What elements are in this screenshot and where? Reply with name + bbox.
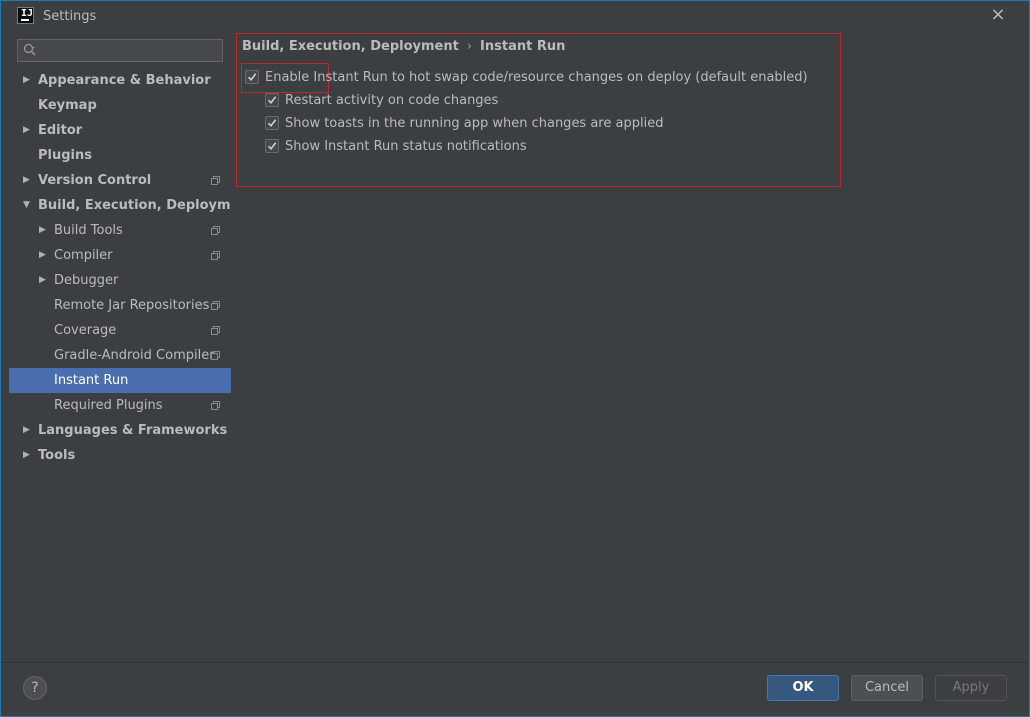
project-scope-icon bbox=[211, 401, 220, 410]
project-scope-icon bbox=[211, 176, 220, 185]
sidebar-item-label: Tools bbox=[38, 448, 76, 463]
option-checkbox[interactable] bbox=[265, 139, 279, 153]
sidebar-item-compiler[interactable]: ▶ Compiler bbox=[9, 243, 231, 268]
help-button[interactable]: ? bbox=[23, 676, 47, 700]
checkmark-icon bbox=[267, 119, 277, 128]
sidebar-item-gradle-android-compiler[interactable]: Gradle-Android Compiler bbox=[9, 343, 231, 368]
intellij-icon: IJ bbox=[17, 7, 34, 24]
sidebar-item-label: Build Tools bbox=[54, 223, 123, 238]
breadcrumb: Build, Execution, Deployment › Instant Run bbox=[242, 39, 565, 54]
sidebar-item-label: Editor bbox=[38, 123, 83, 138]
settings-content: Build, Execution, Deployment › Instant Run… bbox=[231, 32, 1029, 662]
window-title: Settings bbox=[43, 9, 97, 24]
sidebar-item-label: Gradle-Android Compiler bbox=[54, 348, 215, 363]
project-scope-icon bbox=[211, 226, 220, 235]
breadcrumb-parent[interactable]: Build, Execution, Deployment bbox=[242, 39, 459, 54]
project-scope-icon bbox=[211, 326, 220, 335]
project-scope-icon bbox=[211, 301, 220, 310]
close-icon[interactable]: × bbox=[989, 6, 1007, 24]
triangle-right-icon[interactable]: ▶ bbox=[39, 268, 49, 293]
sidebar-item-label: Compiler bbox=[54, 248, 113, 263]
sidebar-item-label: Instant Run bbox=[54, 373, 129, 388]
sidebar-item-plugins[interactable]: Plugins bbox=[9, 143, 231, 168]
option-label: Restart activity on code changes bbox=[285, 93, 499, 108]
sidebar-item-remote-jar-repositories[interactable]: Remote Jar Repositories bbox=[9, 293, 231, 318]
option-label: Enable Instant Run to hot swap code/reso… bbox=[265, 70, 808, 85]
sidebar-item-build-execution-deployment[interactable]: ▼ Build, Execution, Deployment bbox=[9, 193, 255, 218]
triangle-right-icon[interactable]: ▶ bbox=[23, 418, 33, 443]
project-scope-icon bbox=[211, 351, 220, 360]
project-scope-icon bbox=[211, 251, 220, 260]
annotation-highlight-box bbox=[236, 33, 841, 187]
triangle-right-icon[interactable]: ▶ bbox=[39, 243, 49, 268]
option-checkbox[interactable] bbox=[265, 116, 279, 130]
settings-window: IJ Settings × ▶ Appearance & Behavior Keym… bbox=[0, 0, 1030, 717]
settings-sidebar: ▶ Appearance & Behavior Keymap ▶ Editor Plugi… bbox=[9, 32, 255, 662]
sidebar-item-label: Build, Execution, Deployment bbox=[38, 198, 255, 213]
apply-button[interactable]: Apply bbox=[935, 675, 1007, 701]
sidebar-item-instant-run[interactable]: Instant Run bbox=[9, 368, 231, 393]
sidebar-item-keymap[interactable]: Keymap bbox=[9, 93, 231, 118]
sidebar-item-appearance-behavior[interactable]: ▶ Appearance & Behavior bbox=[9, 68, 231, 93]
triangle-right-icon[interactable]: ▶ bbox=[23, 443, 33, 468]
sidebar-item-coverage[interactable]: Coverage bbox=[9, 318, 231, 343]
sidebar-item-label: Debugger bbox=[54, 273, 119, 288]
sidebar-item-tools[interactable]: ▶ Tools bbox=[9, 443, 231, 468]
triangle-right-icon[interactable]: ▶ bbox=[23, 118, 33, 143]
dialog-footer: ? OK Cancel Apply bbox=[1, 662, 1029, 716]
sidebar-item-label: Plugins bbox=[38, 148, 92, 163]
sidebar-item-label: Remote Jar Repositories bbox=[54, 298, 210, 313]
option-label: Show Instant Run status notifications bbox=[285, 139, 527, 154]
cancel-button[interactable]: Cancel bbox=[851, 675, 923, 701]
search-icon bbox=[23, 43, 36, 56]
breadcrumb-separator: › bbox=[466, 39, 473, 54]
sidebar-item-languages-frameworks[interactable]: ▶ Languages & Frameworks bbox=[9, 418, 231, 443]
sidebar-item-label: Languages & Frameworks bbox=[38, 423, 228, 438]
sidebar-item-label: Required Plugins bbox=[54, 398, 163, 413]
search-input[interactable] bbox=[40, 42, 218, 59]
checkmark-icon bbox=[267, 96, 277, 105]
title-bar: IJ Settings × bbox=[1, 1, 1029, 31]
sidebar-item-version-control[interactable]: ▶ Version Control bbox=[9, 168, 231, 193]
sidebar-item-label: Version Control bbox=[38, 173, 152, 188]
checkmark-icon bbox=[267, 142, 277, 151]
sidebar-item-label: Coverage bbox=[54, 323, 117, 338]
sidebar-item-label: Appearance & Behavior bbox=[38, 73, 211, 88]
sidebar-item-debugger[interactable]: ▶ Debugger bbox=[9, 268, 231, 293]
breadcrumb-current: Instant Run bbox=[480, 39, 566, 54]
triangle-right-icon[interactable]: ▶ bbox=[23, 68, 33, 93]
checkmark-icon bbox=[247, 73, 257, 82]
sidebar-item-required-plugins[interactable]: Required Plugins bbox=[9, 393, 231, 418]
sidebar-item-label: Keymap bbox=[38, 98, 97, 113]
option-checkbox[interactable] bbox=[265, 93, 279, 107]
settings-tree: ▶ Appearance & Behavior Keymap ▶ Editor Plugi… bbox=[9, 68, 255, 468]
option-label: Show toasts in the running app when chan… bbox=[285, 116, 664, 131]
option-checkbox[interactable] bbox=[245, 70, 259, 84]
sidebar-item-editor[interactable]: ▶ Editor bbox=[9, 118, 231, 143]
search-box[interactable] bbox=[17, 39, 223, 62]
sidebar-item-build-tools[interactable]: ▶ Build Tools bbox=[9, 218, 231, 243]
triangle-right-icon[interactable]: ▶ bbox=[23, 168, 33, 193]
ok-button[interactable]: OK bbox=[767, 675, 839, 701]
triangle-right-icon[interactable]: ▶ bbox=[39, 218, 49, 243]
triangle-down-icon[interactable]: ▼ bbox=[23, 193, 33, 218]
